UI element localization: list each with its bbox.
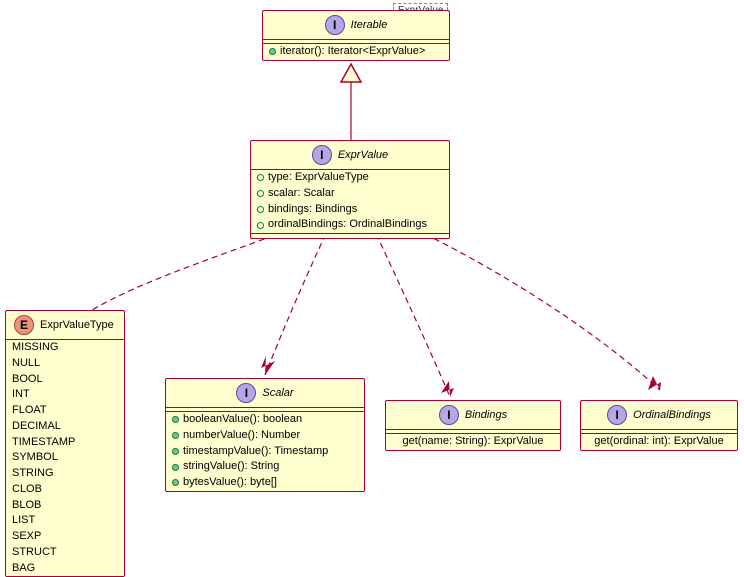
enum-literal: BLOB (6, 498, 124, 514)
prop-text: bindings: Bindings (268, 203, 357, 217)
enum-literal: STRING (6, 466, 124, 482)
visibility-icon (172, 479, 179, 486)
method-text: stringValue(): String (183, 460, 279, 474)
visibility-icon (172, 432, 179, 439)
method-text: iterator(): Iterator<ExprValue> (280, 45, 425, 59)
enum-exprvaluetype: E ExprValueType MISSING NULL BOOL INT FL… (5, 310, 125, 577)
method-row: iterator(): Iterator<ExprValue> (263, 44, 449, 60)
class-exprvalue-methods-empty (251, 234, 449, 238)
prop-text: type: ExprValueType (268, 171, 369, 185)
visibility-icon (257, 190, 264, 197)
enum-literal: DECIMAL (6, 419, 124, 435)
visibility-icon (257, 174, 264, 181)
enum-exprvaluetype-name: ExprValueType (40, 319, 114, 331)
method-row: stringValue(): String (166, 459, 364, 475)
class-ordinalbindings-title: I OrdinalBindings (581, 401, 737, 430)
class-exprvalue: I ExprValue type: ExprValueType scalar: … (250, 140, 450, 239)
method-row: timestampValue(): Timestamp (166, 444, 364, 460)
visibility-icon (269, 48, 276, 55)
class-ordinalbindings-methods: get(ordinal: int): ExprValue (581, 434, 737, 450)
method-text: numberValue(): Number (183, 429, 300, 443)
method-row: get(ordinal: int): ExprValue (581, 434, 737, 450)
enum-literal: FLOAT (6, 403, 124, 419)
class-iterable-name: Iterable (351, 19, 388, 31)
enum-literal: INT (6, 387, 124, 403)
method-row: booleanValue(): boolean (166, 412, 364, 428)
prop-row: ordinalBindings: OrdinalBindings (251, 217, 449, 233)
enum-literal: SYMBOL (6, 450, 124, 466)
method-row: numberValue(): Number (166, 428, 364, 444)
class-iterable-methods: iterator(): Iterator<ExprValue> (263, 44, 449, 60)
method-row: get(name: String): ExprValue (386, 434, 560, 450)
prop-row: bindings: Bindings (251, 202, 449, 218)
enum-literal: MISSING (6, 340, 124, 356)
prop-text: ordinalBindings: OrdinalBindings (268, 218, 427, 232)
enum-exprvaluetype-title: E ExprValueType (6, 311, 124, 340)
class-bindings-name: Bindings (465, 409, 507, 421)
interface-icon: I (236, 383, 256, 403)
method-text: get(name: String): ExprValue (402, 435, 543, 449)
enum-literal: BAG (6, 561, 124, 577)
visibility-icon (257, 222, 264, 229)
class-bindings-methods: get(name: String): ExprValue (386, 434, 560, 450)
visibility-icon (257, 206, 264, 213)
enum-literal: LIST (6, 513, 124, 529)
enum-literal: SEXP (6, 529, 124, 545)
class-scalar-name: Scalar (262, 387, 293, 399)
interface-icon: I (312, 145, 332, 165)
class-ordinalbindings: I OrdinalBindings get(ordinal: int): Exp… (580, 400, 738, 451)
class-ordinalbindings-name: OrdinalBindings (633, 409, 711, 421)
class-bindings: I Bindings get(name: String): ExprValue (385, 400, 561, 451)
visibility-icon (172, 448, 179, 455)
visibility-icon (172, 416, 179, 423)
interface-icon: I (439, 405, 459, 425)
interface-icon: I (607, 405, 627, 425)
interface-icon: I (325, 15, 345, 35)
enum-literal: CLOB (6, 482, 124, 498)
method-text: get(ordinal: int): ExprValue (594, 435, 723, 449)
enum-icon: E (14, 315, 34, 335)
enum-literal: STRUCT (6, 545, 124, 561)
enum-literal: BOOL (6, 372, 124, 388)
class-exprvalue-title: I ExprValue (251, 141, 449, 170)
class-iterable-title: I Iterable (263, 11, 449, 40)
method-text: bytesValue(): byte[] (183, 476, 277, 490)
prop-text: scalar: Scalar (268, 187, 335, 201)
prop-row: scalar: Scalar (251, 186, 449, 202)
class-scalar-title: I Scalar (166, 379, 364, 408)
class-bindings-title: I Bindings (386, 401, 560, 430)
class-exprvalue-props: type: ExprValueType scalar: Scalar bindi… (251, 170, 449, 234)
method-row: bytesValue(): byte[] (166, 475, 364, 491)
method-text: timestampValue(): Timestamp (183, 445, 328, 459)
visibility-icon (172, 464, 179, 471)
enum-literal: NULL (6, 356, 124, 372)
class-scalar-methods: booleanValue(): boolean numberValue(): N… (166, 412, 364, 491)
class-iterable: I Iterable iterator(): Iterator<ExprValu… (262, 10, 450, 61)
method-text: booleanValue(): boolean (183, 413, 302, 427)
enum-literal: TIMESTAMP (6, 435, 124, 451)
prop-row: type: ExprValueType (251, 170, 449, 186)
class-scalar: I Scalar booleanValue(): boolean numberV… (165, 378, 365, 492)
class-exprvalue-name: ExprValue (338, 149, 388, 161)
